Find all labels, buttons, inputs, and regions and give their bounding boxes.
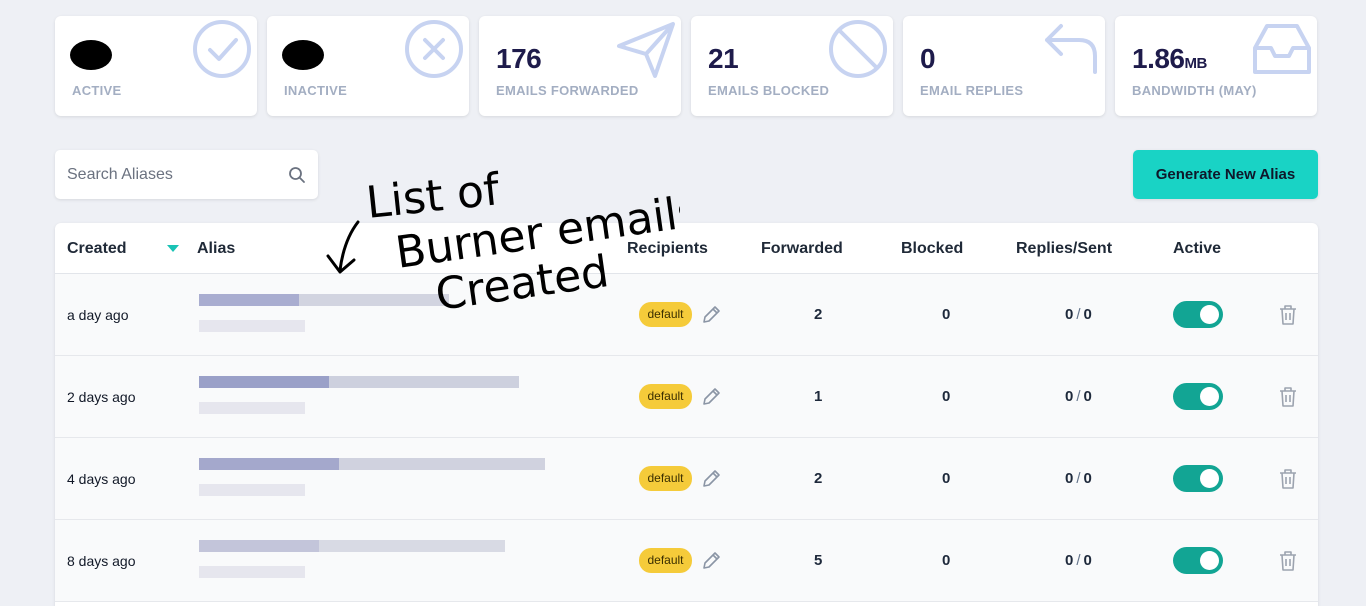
recipient-badge[interactable]: default — [639, 302, 692, 327]
stat-value: 21 — [708, 43, 739, 74]
redaction-blob — [282, 40, 324, 70]
bandwidth-unit: MB — [1184, 55, 1208, 72]
stats-bar: ACTIVE INACTIVE 176 EMAILS FORWARDED 21 … — [55, 16, 1317, 116]
table-row: a day ago default 2 0 0/0 — [55, 274, 1318, 356]
recipient-badge[interactable]: default — [639, 466, 692, 491]
stat-value: 1.86MB — [1132, 43, 1207, 75]
reply-icon — [1045, 24, 1097, 74]
created-time: 4 days ago — [67, 471, 136, 487]
stat-label: EMAILS FORWARDED — [496, 83, 639, 98]
blocked-count: 0 — [942, 552, 951, 569]
replies-sent: 0/0 — [1065, 470, 1092, 487]
forwarded-count: 2 — [814, 306, 823, 323]
stat-label: EMAIL REPLIES — [920, 83, 1024, 98]
x-circle-icon — [405, 20, 463, 78]
paper-plane-icon — [617, 22, 675, 78]
stat-card-active: ACTIVE — [55, 16, 257, 116]
trash-icon[interactable] — [1278, 468, 1298, 490]
stat-card-bandwidth: 1.86MB BANDWIDTH (MAY) — [1115, 16, 1317, 116]
created-time: a day ago — [67, 307, 129, 323]
trash-icon[interactable] — [1278, 550, 1298, 572]
active-toggle[interactable] — [1173, 465, 1223, 492]
table-row: 8 days ago default 5 0 0/0 — [55, 520, 1318, 602]
replies-sent: 0/0 — [1065, 552, 1092, 569]
edit-pencil-icon[interactable] — [700, 386, 722, 408]
search-icon[interactable] — [288, 166, 306, 184]
stat-card-inactive: INACTIVE — [267, 16, 469, 116]
table-row: 4 days ago default 2 0 0/0 — [55, 438, 1318, 520]
col-replies-sent[interactable]: Replies/Sent — [1016, 240, 1112, 258]
inbox-icon — [1253, 24, 1311, 74]
forwarded-count: 2 — [814, 470, 823, 487]
col-active[interactable]: Active — [1173, 240, 1221, 258]
table-header: Created Alias Recipients Forwarded Block… — [55, 223, 1318, 274]
stat-label: INACTIVE — [284, 83, 348, 98]
redaction-blob — [70, 40, 112, 70]
col-blocked[interactable]: Blocked — [901, 240, 963, 258]
annotation-line1: List of — [364, 164, 503, 229]
recipient-badge[interactable]: default — [639, 384, 692, 409]
forwarded-count: 5 — [814, 552, 823, 569]
search-input[interactable] — [67, 165, 288, 184]
edit-pencil-icon[interactable] — [700, 304, 722, 326]
alias-table: Created Alias Recipients Forwarded Block… — [55, 223, 1318, 606]
blocked-count: 0 — [942, 388, 951, 405]
sent-count: 0 — [1083, 552, 1092, 569]
sent-count: 0 — [1083, 470, 1092, 487]
search-box[interactable] — [55, 150, 318, 199]
col-forwarded[interactable]: Forwarded — [761, 240, 843, 258]
table-row: 2 days ago default 1 0 0/0 — [55, 356, 1318, 438]
stat-value: 0 — [920, 43, 936, 74]
stat-card-blocked: 21 EMAILS BLOCKED — [691, 16, 893, 116]
blocked-count: 0 — [942, 470, 951, 487]
trash-icon[interactable] — [1278, 304, 1298, 326]
col-created[interactable]: Created — [67, 240, 127, 258]
col-recipients[interactable]: Recipients — [627, 240, 708, 258]
edit-pencil-icon[interactable] — [700, 550, 722, 572]
sort-desc-icon[interactable] — [167, 245, 179, 253]
replies-sent: 0/0 — [1065, 388, 1092, 405]
generate-new-alias-button[interactable]: Generate New Alias — [1133, 150, 1318, 199]
created-time: 8 days ago — [67, 553, 136, 569]
recipient-badge[interactable]: default — [639, 548, 692, 573]
active-toggle[interactable] — [1173, 547, 1223, 574]
stat-label: EMAILS BLOCKED — [708, 83, 830, 98]
replies-sent: 0/0 — [1065, 306, 1092, 323]
forwarded-count: 1 — [814, 388, 823, 405]
active-toggle[interactable] — [1173, 301, 1223, 328]
block-icon — [829, 20, 887, 78]
active-toggle[interactable] — [1173, 383, 1223, 410]
stat-value: 176 — [496, 43, 542, 74]
stat-label: BANDWIDTH (MAY) — [1132, 83, 1257, 98]
trash-icon[interactable] — [1278, 386, 1298, 408]
stat-label: ACTIVE — [72, 83, 122, 98]
sent-count: 0 — [1083, 306, 1092, 323]
stat-card-replies: 0 EMAIL REPLIES — [903, 16, 1105, 116]
sent-count: 0 — [1083, 388, 1092, 405]
blocked-count: 0 — [942, 306, 951, 323]
bandwidth-value: 1.86 — [1132, 43, 1185, 74]
created-time: 2 days ago — [67, 389, 136, 405]
check-circle-icon — [193, 20, 251, 78]
stat-card-forwarded: 176 EMAILS FORWARDED — [479, 16, 681, 116]
edit-pencil-icon[interactable] — [700, 468, 722, 490]
col-alias[interactable]: Alias — [197, 240, 235, 258]
